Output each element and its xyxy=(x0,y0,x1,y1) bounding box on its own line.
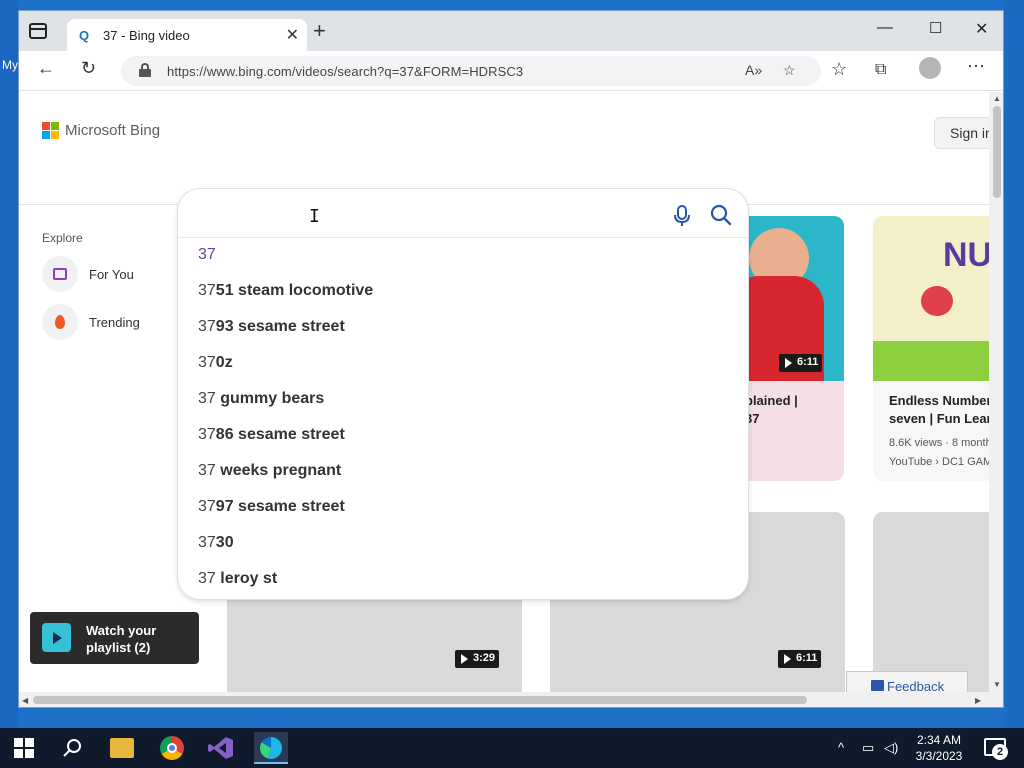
suggestion-item[interactable]: 3786 sesame street xyxy=(178,417,748,453)
tray-chevron-icon[interactable]: ^ xyxy=(838,740,844,755)
collections-icon[interactable]: ⧉ xyxy=(875,61,886,79)
feedback-icon xyxy=(871,680,884,691)
suggestion-item[interactable]: 37 gummy bears xyxy=(178,381,748,417)
feedback-button[interactable]: Feedback xyxy=(846,671,968,692)
tab-close-icon[interactable]: ✕ xyxy=(286,25,299,45)
title-bar: Q 37 - Bing video ✕ + — ☐ ✕ xyxy=(19,11,1003,51)
suggestion-item[interactable]: 3793 sesame street xyxy=(178,309,748,345)
suggestion-item[interactable]: 3751 steam locomotive xyxy=(178,273,748,309)
tab-actions-icon[interactable] xyxy=(29,23,47,39)
sidebar-item-for-you[interactable]: For You xyxy=(42,256,134,292)
tv-icon xyxy=(42,256,78,292)
page-content: Microsoft Bing Sign in Explore For You T… xyxy=(19,92,989,692)
address-bar[interactable]: https://www.bing.com/videos/search?q=37&… xyxy=(121,56,821,86)
video-duration: 3:29 xyxy=(455,650,500,668)
bing-search-icon: Q xyxy=(79,28,90,43)
bing-logo[interactable]: Microsoft Bing xyxy=(42,122,160,139)
video-thumbnail xyxy=(873,512,989,677)
horizontal-scrollbar[interactable]: ◀ ▶ xyxy=(19,692,1003,707)
feedback-label: Feedback xyxy=(887,679,945,692)
horizontal-scroll-thumb[interactable] xyxy=(33,696,807,704)
search-icon[interactable] xyxy=(710,204,732,226)
microsoft-logo-icon xyxy=(42,122,59,139)
back-arrow-icon[interactable]: ← xyxy=(37,58,55,79)
video-title: plained | 37 xyxy=(745,393,798,426)
watch-playlist-button[interactable]: Watch your playlist (2) xyxy=(30,612,199,664)
video-card[interactable]: NU Endless Numbers seven | Fun Learn 8.6… xyxy=(873,216,989,481)
file-explorer-icon[interactable] xyxy=(110,738,134,758)
more-menu-icon[interactable]: ⋯ xyxy=(967,56,985,77)
search-input[interactable] xyxy=(198,201,658,229)
tab-active[interactable]: Q 37 - Bing video ✕ xyxy=(67,19,307,51)
close-window-icon[interactable]: ✕ xyxy=(975,19,988,39)
sidebar-item-label: For You xyxy=(89,266,134,282)
lock-icon[interactable] xyxy=(139,63,151,77)
video-title: Endless Numbers seven | Fun Learn xyxy=(889,393,989,426)
chrome-icon[interactable] xyxy=(160,736,184,760)
taskbar: ^ ▭ ◁) 2:34 AM 3/3/2023 2 xyxy=(0,728,1024,768)
suggestion-list: 37 3751 steam locomotive 3793 sesame str… xyxy=(178,237,748,597)
suggestion-item[interactable]: 3730 xyxy=(178,525,748,561)
windows-start-icon[interactable] xyxy=(14,738,34,758)
visual-studio-icon[interactable] xyxy=(208,736,234,760)
text-cursor-icon: I xyxy=(309,206,320,227)
microphone-icon[interactable] xyxy=(674,205,690,227)
suggestion-item[interactable]: 37 xyxy=(178,237,748,273)
explore-heading: Explore xyxy=(42,231,83,245)
logo-text: Microsoft Bing xyxy=(65,122,161,139)
desktop-edge: My xyxy=(0,0,18,728)
flame-icon xyxy=(42,304,78,340)
video-duration: 6:11 xyxy=(778,650,822,668)
edge-taskbar-icon[interactable] xyxy=(254,732,288,764)
video-thumbnail: NU xyxy=(873,216,989,381)
network-icon[interactable]: ▭ xyxy=(862,740,874,756)
maximize-icon[interactable]: ☐ xyxy=(929,19,942,37)
video-meta: 8.6K views · 8 months YouTube › DC1 GAM xyxy=(889,437,989,468)
desktop-icon-label[interactable]: My xyxy=(2,58,18,72)
vertical-scrollbar[interactable]: ▲ ▼ xyxy=(989,92,1003,692)
browser-window: Q 37 - Bing video ✕ + — ☐ ✕ ← ↻ https://… xyxy=(18,10,1004,708)
tab-title: 37 - Bing video xyxy=(103,28,190,43)
scroll-up-icon[interactable]: ▲ xyxy=(993,94,1001,103)
browser-toolbar: ← ↻ https://www.bing.com/videos/search?q… xyxy=(19,51,1003,91)
sidebar-item-trending[interactable]: Trending xyxy=(42,304,140,340)
url-text[interactable]: https://www.bing.com/videos/search?q=37&… xyxy=(167,64,523,79)
favorites-icon[interactable]: ☆ xyxy=(831,59,847,80)
playlist-label: Watch your playlist (2) xyxy=(86,623,157,655)
search-box[interactable]: I 37 3751 steam locomotive 3793 sesame s… xyxy=(178,189,748,599)
video-card[interactable] xyxy=(873,512,989,692)
read-aloud-icon[interactable]: A» xyxy=(745,62,762,78)
notification-badge: 2 xyxy=(992,744,1008,760)
taskbar-search-icon[interactable] xyxy=(62,737,84,759)
add-favorite-icon[interactable]: ☆ xyxy=(783,62,796,79)
suggestion-item[interactable]: 3797 sesame street xyxy=(178,489,748,525)
vertical-scroll-thumb[interactable] xyxy=(993,106,1001,198)
scroll-right-icon[interactable]: ▶ xyxy=(975,696,981,705)
profile-avatar-icon[interactable] xyxy=(919,57,941,79)
new-tab-icon[interactable]: + xyxy=(313,20,326,42)
suggestion-item[interactable]: 370z xyxy=(178,345,748,381)
minimize-icon[interactable]: — xyxy=(877,19,893,37)
scroll-left-icon[interactable]: ◀ xyxy=(22,696,28,705)
sidebar-item-label: Trending xyxy=(89,314,140,330)
scroll-down-icon[interactable]: ▼ xyxy=(993,680,1001,689)
playlist-icon xyxy=(42,623,71,652)
sign-in-button[interactable]: Sign in xyxy=(934,117,989,149)
suggestion-item[interactable]: 37 weeks pregnant xyxy=(178,453,748,489)
volume-icon[interactable]: ◁) xyxy=(884,740,898,756)
desktop-edge-right xyxy=(1004,0,1024,728)
refresh-icon[interactable]: ↻ xyxy=(81,58,96,79)
taskbar-clock[interactable]: 2:34 AM 3/3/2023 xyxy=(910,732,968,764)
suggestion-item[interactable]: 37 leroy st xyxy=(178,561,748,597)
video-duration: 6:11 xyxy=(779,354,823,372)
